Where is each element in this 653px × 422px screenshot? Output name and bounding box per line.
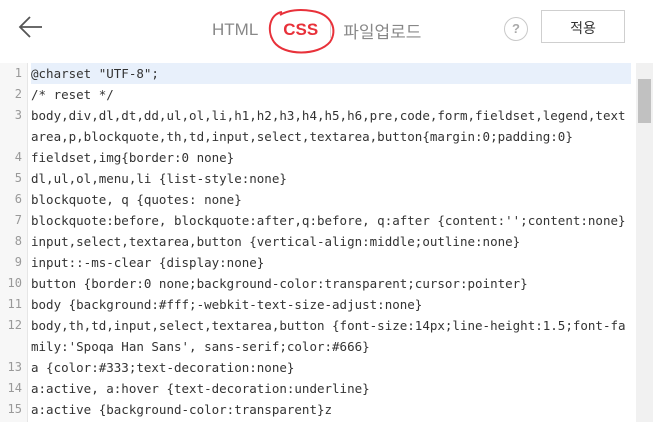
line-number: 3 xyxy=(14,108,22,122)
line-number: 6 xyxy=(14,192,22,206)
code-text: input::-ms-clear {display:none} xyxy=(31,255,265,270)
code-text: fieldset,img{border:0 none} xyxy=(31,150,235,165)
code-text: a:active {background-color:transparent}z xyxy=(31,402,333,417)
line-number: 5 xyxy=(14,171,22,185)
top-bar: HTML CSS 파일업로드 ? 적용 xyxy=(0,0,653,58)
vertical-scrollbar[interactable] xyxy=(636,63,653,422)
tab-file-upload[interactable]: 파일업로드 xyxy=(341,18,423,43)
code-line[interactable]: 5 dl,ul,ol,menu,li {list-style:none} xyxy=(0,168,636,189)
code-text: input,select,textarea,button {vertical-a… xyxy=(31,234,521,249)
line-number: 15 xyxy=(7,402,22,416)
line-number: 8 xyxy=(14,234,22,248)
css-code-editor[interactable]: 1 @charset "UTF-8"; 2 /* reset */ 3 body,div,… xyxy=(0,63,636,422)
line-number: 11 xyxy=(7,297,22,311)
code-text: a:active, a:hover {text-decoration:under… xyxy=(31,381,370,396)
tab-css[interactable]: CSS xyxy=(269,9,335,54)
code-text: button {border:0 none;background-color:t… xyxy=(31,276,528,291)
code-text: dl,ul,ol,menu,li {list-style:none} xyxy=(31,171,287,186)
code-line[interactable]: 15 a:active {background-color:transparent… xyxy=(0,399,636,420)
code-line[interactable]: 12 body,th,td,input,select,textarea,butto… xyxy=(0,315,636,357)
line-number: 10 xyxy=(7,276,22,290)
code-text: body,th,td,input,select,textarea,button … xyxy=(31,318,626,354)
code-text: blockquote:before, blockquote:after,q:be… xyxy=(31,213,626,228)
apply-button[interactable]: 적용 xyxy=(541,10,625,43)
code-text: @charset "UTF-8"; xyxy=(31,63,631,84)
scrollbar-thumb[interactable] xyxy=(638,79,651,123)
code-line[interactable]: 13 a {color:#333;text-decoration:none} xyxy=(0,357,636,378)
code-line[interactable]: 6 blockquote, q {quotes: none} xyxy=(0,189,636,210)
line-number: 9 xyxy=(14,255,22,269)
tab-divider xyxy=(270,22,272,38)
back-arrow-icon[interactable] xyxy=(18,14,44,40)
line-number: 13 xyxy=(7,360,22,374)
tab-html[interactable]: HTML xyxy=(210,20,260,40)
code-text: /* reset */ xyxy=(31,87,114,102)
code-line[interactable]: 10 button {border:0 none;background-color… xyxy=(0,273,636,294)
code-text: a {color:#333;text-decoration:none} xyxy=(31,360,295,375)
line-number: 1 xyxy=(14,66,22,80)
line-number: 4 xyxy=(14,150,22,164)
code-line[interactable]: 14 a:active, a:hover {text-decoration:und… xyxy=(0,378,636,399)
code-line[interactable]: 2 /* reset */ xyxy=(0,84,636,105)
help-icon[interactable]: ? xyxy=(504,17,528,41)
code-lines: 1 @charset "UTF-8"; 2 /* reset */ 3 body,div,… xyxy=(0,63,636,420)
line-number: 14 xyxy=(7,381,22,395)
code-line[interactable]: 9 input::-ms-clear {display:none} xyxy=(0,252,636,273)
editor-tabs: HTML CSS 파일업로드 xyxy=(210,9,423,54)
line-number: 7 xyxy=(14,213,22,227)
code-line[interactable]: 11 body {background:#fff;-webkit-text-siz… xyxy=(0,294,636,315)
tab-divider xyxy=(330,22,332,38)
code-text: blockquote, q {quotes: none} xyxy=(31,192,242,207)
line-number: 2 xyxy=(14,87,22,101)
line-number: 12 xyxy=(7,318,22,332)
code-text: body {background:#fff;-webkit-text-size-… xyxy=(31,297,423,312)
code-text: body,div,dl,dt,dd,ul,ol,li,h1,h2,h3,h4,h… xyxy=(31,108,626,144)
code-line[interactable]: 1 @charset "UTF-8"; xyxy=(0,63,636,84)
code-line[interactable]: 8 input,select,textarea,button {vertical-… xyxy=(0,231,636,252)
code-line[interactable]: 3 body,div,dl,dt,dd,ul,ol,li,h1,h2,h3,h4,… xyxy=(0,105,636,147)
code-line[interactable]: 7 blockquote:before, blockquote:after,q:b… xyxy=(0,210,636,231)
tab-css-label: CSS xyxy=(283,20,319,39)
code-line[interactable]: 4 fieldset,img{border:0 none} xyxy=(0,147,636,168)
